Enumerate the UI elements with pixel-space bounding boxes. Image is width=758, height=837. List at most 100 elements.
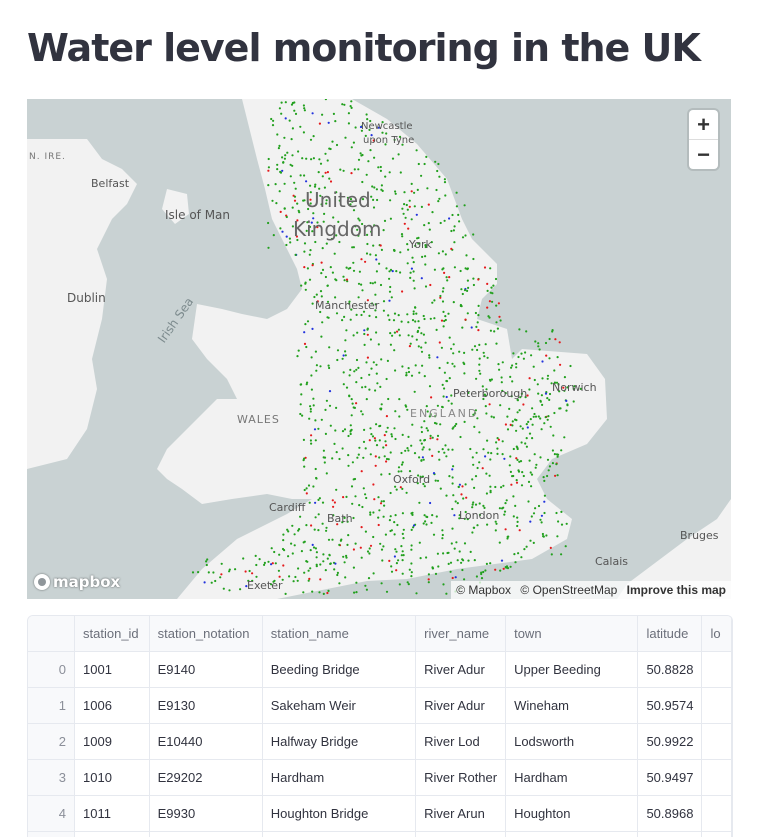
station-marker[interactable] [441,537,443,539]
station-marker[interactable] [410,343,412,345]
station-marker[interactable] [306,383,308,385]
table-cell[interactable]: Sakeham Weir [262,688,415,724]
station-marker[interactable] [312,112,314,114]
station-marker[interactable] [310,524,312,526]
station-marker[interactable] [547,415,549,417]
station-marker[interactable] [462,497,464,499]
station-marker[interactable] [442,287,444,289]
station-marker[interactable] [496,453,498,455]
map-canvas[interactable]: United Kingdom Newcastle upon Tyne N. IR… [27,99,731,599]
station-marker[interactable] [406,313,408,315]
station-marker[interactable] [453,343,455,345]
station-marker[interactable] [276,164,278,166]
station-marker[interactable] [512,495,514,497]
station-marker[interactable] [290,175,292,177]
station-marker[interactable] [378,343,380,345]
station-marker[interactable] [388,319,390,321]
station-marker[interactable] [435,189,437,191]
station-marker[interactable] [381,559,383,561]
station-marker[interactable] [386,591,388,593]
station-marker[interactable] [507,428,509,430]
station-marker[interactable] [561,524,563,526]
station-marker[interactable] [337,572,339,574]
station-marker[interactable] [394,410,396,412]
station-marker[interactable] [326,472,328,474]
station-marker[interactable] [413,261,415,263]
station-marker[interactable] [322,502,324,504]
station-marker[interactable] [439,423,441,425]
station-marker[interactable] [352,517,354,519]
table-cell[interactable] [702,652,732,688]
station-marker[interactable] [429,229,431,231]
station-marker[interactable] [462,236,464,238]
station-marker[interactable] [529,460,531,462]
station-marker[interactable] [287,530,289,532]
station-marker[interactable] [389,291,391,293]
station-marker[interactable] [308,580,310,582]
station-marker[interactable] [507,536,509,538]
station-marker[interactable] [366,252,368,254]
station-marker[interactable] [555,512,557,514]
station-marker[interactable] [499,542,501,544]
station-marker[interactable] [356,359,358,361]
station-marker[interactable] [477,329,479,331]
station-marker[interactable] [419,439,421,441]
station-marker[interactable] [298,210,300,212]
station-marker[interactable] [343,371,345,373]
station-marker[interactable] [285,101,287,103]
station-marker[interactable] [487,315,489,317]
station-marker[interactable] [289,238,291,240]
station-marker[interactable] [486,307,488,309]
station-marker[interactable] [276,133,278,135]
station-marker[interactable] [345,496,347,498]
station-marker[interactable] [378,263,380,265]
station-marker[interactable] [529,540,531,542]
station-marker[interactable] [451,449,453,451]
station-marker[interactable] [414,320,416,322]
station-marker[interactable] [476,575,478,577]
station-marker[interactable] [429,437,431,439]
station-marker[interactable] [360,547,362,549]
station-marker[interactable] [517,521,519,523]
station-marker[interactable] [375,316,377,318]
station-marker[interactable] [322,553,324,555]
station-marker[interactable] [464,234,466,236]
station-marker[interactable] [459,550,461,552]
station-marker[interactable] [533,512,535,514]
station-marker[interactable] [509,455,511,457]
station-marker[interactable] [560,511,562,513]
station-marker[interactable] [462,293,464,295]
station-marker[interactable] [383,310,385,312]
station-marker[interactable] [281,170,283,172]
station-marker[interactable] [440,222,442,224]
station-marker[interactable] [397,559,399,561]
station-marker[interactable] [353,478,355,480]
station-marker[interactable] [383,505,385,507]
station-marker[interactable] [459,436,461,438]
station-marker[interactable] [478,431,480,433]
row-index[interactable]: 3 [28,760,75,796]
station-marker[interactable] [350,100,352,102]
station-marker[interactable] [423,334,425,336]
station-marker[interactable] [379,408,381,410]
station-marker[interactable] [401,488,403,490]
station-marker[interactable] [439,367,441,369]
station-marker[interactable] [431,455,433,457]
station-marker[interactable] [402,559,404,561]
station-marker[interactable] [386,415,388,417]
table-cell[interactable]: Hardham [262,760,415,796]
station-marker[interactable] [413,192,415,194]
station-marker[interactable] [517,469,519,471]
station-marker[interactable] [321,419,323,421]
station-marker[interactable] [453,301,455,303]
station-marker[interactable] [300,285,302,287]
station-marker[interactable] [365,361,367,363]
station-marker[interactable] [402,550,404,552]
station-marker[interactable] [271,547,273,549]
station-marker[interactable] [349,369,351,371]
station-marker[interactable] [467,312,469,314]
station-marker[interactable] [293,182,295,184]
station-marker[interactable] [539,519,541,521]
station-marker[interactable] [301,415,303,417]
station-marker[interactable] [450,230,452,232]
